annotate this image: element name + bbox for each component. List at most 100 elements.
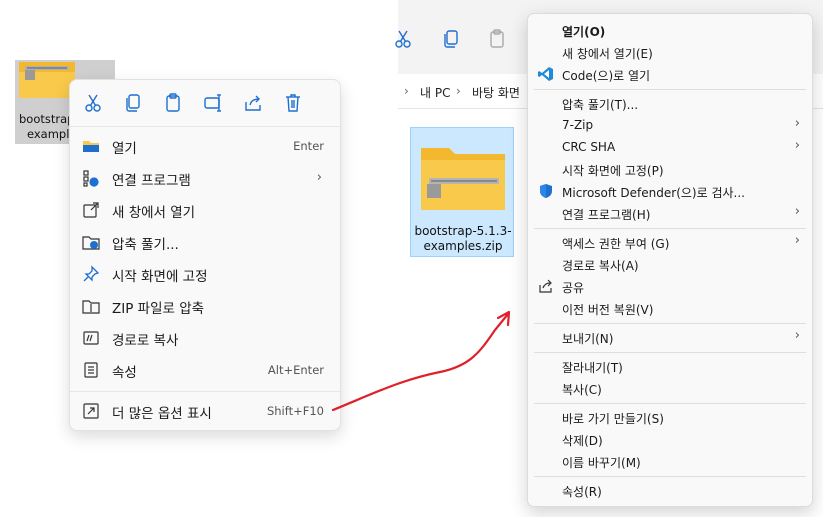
delete-icon — [286, 94, 300, 112]
copy-button[interactable] — [122, 92, 144, 114]
menu-item-label: 더 많은 옵션 표시 — [112, 406, 212, 422]
delete-button[interactable] — [282, 92, 304, 114]
menu-item-compress-zip[interactable]: ZIP 파일로 압축 — [76, 291, 334, 321]
menu-item-label: 보내기(N) — [562, 332, 614, 346]
menu-item-label: 액세스 권한 부여 (G) — [562, 237, 670, 251]
classic-item-delete[interactable]: 삭제(D) — [532, 428, 808, 450]
share-button[interactable] — [242, 92, 264, 114]
classic-item-create-shortcut[interactable]: 바로 가기 만들기(S) — [532, 406, 808, 428]
classic-item-rename[interactable]: 이름 바꾸기(M) — [532, 450, 808, 472]
classic-item-copy-path[interactable]: 경로로 복사(A) — [532, 253, 808, 275]
menu-item-label: 압축 풀기(T)... — [562, 98, 639, 112]
classic-item-extract[interactable]: 압축 풀기(T)... — [532, 92, 808, 114]
chevron-right-icon: › — [794, 233, 800, 248]
menu-item-pin-start[interactable]: 시작 화면에 고정 — [76, 259, 334, 289]
menu-divider — [534, 228, 806, 229]
selected-file-item[interactable]: bootstrap-5.1.3- examples.zip — [410, 127, 514, 257]
menu-item-properties[interactable]: 속성 Alt+Enter — [76, 355, 334, 385]
menu-item-more-options[interactable]: 더 많은 옵션 표시 Shift+F10 — [76, 396, 334, 426]
extract-icon — [82, 236, 100, 250]
file-label-1: bootstrap-5.1.3- — [414, 224, 512, 238]
vscode-icon — [538, 67, 553, 81]
more-options-icon — [83, 403, 99, 419]
classic-item-crc-sha[interactable]: CRC SHA › — [532, 136, 808, 158]
menu-divider — [534, 352, 806, 353]
menu-item-label: 열기(O) — [562, 25, 606, 39]
new-window-icon — [83, 202, 99, 218]
explorer-cut-button[interactable] — [392, 28, 414, 50]
explorer-paste-button[interactable] — [486, 28, 508, 50]
menu-item-label: 속성(R) — [562, 485, 602, 499]
pin-icon — [83, 265, 100, 282]
menu-item-label: 이전 버전 복원(V) — [562, 303, 654, 317]
menu-item-extract[interactable]: 압축 풀기... — [76, 227, 334, 257]
menu-item-open-with[interactable]: 연결 프로그램 › — [76, 163, 334, 193]
cut-icon — [395, 30, 411, 48]
context-menu-toolbar — [70, 80, 340, 127]
menu-divider — [534, 403, 806, 404]
classic-item-copy[interactable]: 복사(C) — [532, 377, 808, 399]
menu-item-label: 바로 가기 만들기(S) — [562, 412, 664, 426]
menu-item-label: 새 창에서 열기(E) — [562, 47, 653, 61]
menu-item-label: 압축 풀기... — [112, 237, 179, 253]
folder-open-icon — [83, 141, 99, 152]
menu-item-label: Microsoft Defender(으)로 검사... — [562, 186, 745, 200]
rename-button[interactable] — [202, 92, 224, 114]
menu-item-label: 7-Zip — [562, 118, 594, 132]
menu-item-label: 속성 — [112, 365, 137, 381]
chevron-right-icon: › — [794, 138, 800, 153]
file-label-2: examples.zip — [423, 239, 503, 253]
menu-item-new-window[interactable]: 새 창에서 열기 — [76, 195, 334, 225]
chevron-right-icon: › — [316, 170, 322, 185]
menu-item-label: 이름 바꾸기(M) — [562, 456, 641, 470]
classic-item-give-access[interactable]: 액세스 권한 부여 (G) › — [532, 231, 808, 253]
desktop-file-label-1: bootstrap — [19, 112, 75, 126]
classic-item-properties[interactable]: 속성(R) — [532, 479, 808, 501]
share-icon — [245, 95, 261, 111]
menu-item-shortcut: Shift+F10 — [266, 404, 324, 418]
breadcrumb-this-pc[interactable]: 내 PC — [420, 84, 450, 101]
menu-item-label: Code(으)로 열기 — [562, 69, 651, 83]
menu-item-label: 잘라내기(T) — [562, 361, 623, 375]
menu-item-label: 시작 화면에 고정 — [112, 269, 208, 285]
breadcrumb-desktop[interactable]: 바탕 화면 — [472, 84, 520, 101]
classic-item-cut[interactable]: 잘라내기(T) — [532, 355, 808, 377]
classic-item-open-with[interactable]: 연결 프로그램(H) › — [532, 202, 808, 224]
context-menu-classic: 열기(O) 새 창에서 열기(E) Code(으)로 열기 압축 풀기(T)..… — [527, 13, 813, 507]
menu-item-label: 공유 — [562, 281, 585, 295]
menu-item-label: CRC SHA — [562, 140, 616, 154]
paste-button[interactable] — [162, 92, 184, 114]
classic-item-new-window[interactable]: 새 창에서 열기(E) — [532, 41, 808, 63]
menu-item-open[interactable]: 열기 Enter — [76, 131, 334, 161]
menu-item-label: ZIP 파일로 압축 — [112, 301, 205, 317]
menu-item-shortcut: Enter — [293, 139, 324, 153]
chevron-right-icon: › — [794, 204, 800, 219]
classic-item-send-to[interactable]: 보내기(N) › — [532, 326, 808, 348]
classic-item-restore-previous[interactable]: 이전 버전 복원(V) — [532, 297, 808, 319]
copy-path-icon — [83, 331, 99, 345]
menu-divider — [534, 89, 806, 90]
chevron-right-icon: › — [404, 84, 409, 98]
chevron-right-icon: › — [794, 328, 800, 343]
chevron-right-icon: › — [456, 84, 461, 98]
explorer-copy-button[interactable] — [440, 28, 462, 50]
classic-item-open[interactable]: 열기(O) — [532, 19, 808, 41]
menu-item-label: 연결 프로그램 — [112, 173, 191, 189]
classic-item-pin-start[interactable]: 시작 화면에 고정(P) — [532, 158, 808, 180]
menu-item-label: 복사(C) — [562, 383, 602, 397]
copy-icon — [126, 94, 140, 112]
cut-icon — [85, 94, 101, 112]
rename-icon — [204, 94, 221, 112]
classic-item-defender-scan[interactable]: Microsoft Defender(으)로 검사... — [532, 180, 808, 202]
menu-divider — [70, 391, 340, 392]
classic-item-share[interactable]: 공유 — [532, 275, 808, 297]
menu-divider — [534, 323, 806, 324]
classic-item-7zip[interactable]: 7-Zip › — [532, 114, 808, 136]
open-with-icon — [83, 170, 99, 187]
menu-divider — [534, 476, 806, 477]
classic-item-open-code[interactable]: Code(으)로 열기 — [532, 63, 808, 85]
copy-icon — [444, 30, 458, 48]
menu-item-shortcut: Alt+Enter — [267, 363, 324, 377]
cut-button[interactable] — [82, 92, 104, 114]
menu-item-copy-path[interactable]: 경로로 복사 — [76, 323, 334, 353]
